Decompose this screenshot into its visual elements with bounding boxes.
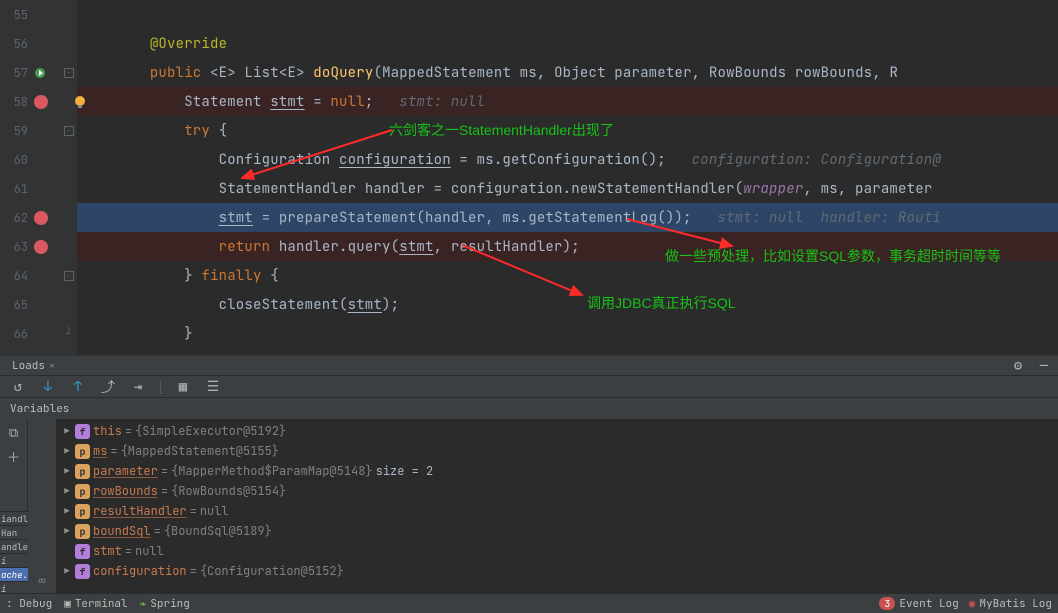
run-to-cursor-icon[interactable]: ⇥: [130, 379, 146, 395]
variable-row[interactable]: ▶presultHandler = null: [56, 501, 1058, 521]
variable-row[interactable]: fstmt = null: [56, 541, 1058, 561]
thread-tabs: iandl Han andle i (or ache. i (on: [0, 511, 28, 595]
layout-icon[interactable]: ☰: [205, 379, 221, 395]
evaluate-icon[interactable]: ▦: [175, 379, 191, 395]
step-over-icon[interactable]: ⤴: [100, 379, 116, 395]
status-bar: : Debug ▣Terminal ❧Spring 3Event Log ◉My…: [0, 593, 1058, 613]
field-badge-icon: f: [75, 544, 90, 559]
status-spring[interactable]: ❧Spring: [140, 597, 190, 611]
variable-row[interactable]: ▶pparameter = {MapperMethod$ParamMap@514…: [56, 461, 1058, 481]
spring-icon: ❧: [140, 597, 147, 611]
tab-loads[interactable]: Loads×: [6, 356, 61, 375]
annotation-2: 做一些预处理，比如设置SQL参数，事务超时时间等等: [665, 246, 1001, 266]
status-mybatis[interactable]: ◉MyBatis Log: [969, 597, 1052, 611]
line-number: 55: [4, 7, 28, 23]
variable-row[interactable]: ▶fthis = {SimpleExecutor@5192}: [56, 421, 1058, 441]
breakpoint-icon[interactable]: [34, 95, 48, 109]
thread-tab[interactable]: iandl: [0, 511, 28, 525]
breakpoint-icon[interactable]: [34, 211, 48, 225]
thread-tab[interactable]: i (or: [0, 553, 28, 567]
param-badge-icon: p: [75, 464, 90, 479]
variable-row[interactable]: ▶pms = {MappedStatement@5155}: [56, 441, 1058, 461]
variable-value: {SimpleExecutor@5192}: [135, 423, 286, 439]
annotation: @Override: [150, 35, 227, 53]
variable-name: resultHandler: [93, 503, 187, 519]
annotation-3: 调用JDBC真正执行SQL: [587, 293, 736, 313]
variables-header: Variables: [0, 397, 1058, 419]
variable-row[interactable]: ▶pboundSql = {BoundSql@5189}: [56, 521, 1058, 541]
code-editor[interactable]: 55 56 57 − 58 59− 60 61 62 63 64− 65 66┘…: [0, 0, 1058, 355]
mybatis-icon: ◉: [969, 597, 976, 611]
expand-icon[interactable]: ▶: [62, 465, 72, 477]
variable-name: parameter: [93, 463, 158, 479]
inline-hint: stmt: null handler: Routi: [717, 209, 941, 227]
infinity-icon[interactable]: ∞: [38, 572, 46, 589]
step-into-icon[interactable]: ↓: [40, 379, 56, 395]
field-badge-icon: f: [75, 424, 90, 439]
variable-value: {RowBounds@5154}: [171, 483, 286, 499]
variable-name: stmt: [93, 543, 122, 559]
variable-value: {MapperMethod$ParamMap@5148}: [171, 463, 373, 479]
expand-icon[interactable]: ▶: [62, 565, 72, 577]
status-event-log[interactable]: 3Event Log: [879, 597, 958, 611]
thread-tab[interactable]: andle: [0, 539, 28, 553]
annotation-1: 六剑客之一StatementHandler出现了: [389, 120, 614, 140]
field-badge-icon: f: [75, 564, 90, 579]
variable-value: {BoundSql@5189}: [164, 523, 272, 539]
variable-name: rowBounds: [93, 483, 158, 499]
variable-name: boundSql: [93, 523, 151, 539]
step-out-icon[interactable]: ↑: [70, 379, 86, 395]
debug-panel: ⧉ ＋ iandl Han andle i (or ache. i (on ∞ …: [0, 419, 1058, 595]
variable-value: {MappedStatement@5155}: [121, 443, 279, 459]
terminal-icon: ▣: [64, 597, 71, 611]
expand-icon[interactable]: ▶: [62, 425, 72, 437]
expand-icon[interactable]: ▶: [62, 525, 72, 537]
param-badge-icon: p: [75, 484, 90, 499]
param-badge-icon: p: [75, 504, 90, 519]
inline-hint: configuration: Configuration@: [692, 151, 941, 169]
variable-value: null: [135, 543, 164, 559]
variables-tree[interactable]: ▶fthis = {SimpleExecutor@5192}▶pms = {Ma…: [56, 419, 1058, 595]
intention-bulb-icon[interactable]: [71, 93, 89, 111]
code-area[interactable]: @Override public <E> List<E> doQuery(Map…: [77, 0, 1058, 355]
inline-hint: stmt: null: [399, 93, 485, 111]
variable-name: configuration: [93, 563, 187, 579]
run-marker-icon: [32, 65, 48, 81]
fold-toggle[interactable]: −: [64, 68, 74, 78]
fold-toggle[interactable]: −: [64, 126, 74, 136]
rerun-icon[interactable]: ↺: [10, 379, 26, 395]
debug-sidetool: ⧉ ＋ iandl Han andle i (or ache. i (on: [0, 419, 28, 595]
close-icon[interactable]: ×: [49, 359, 55, 372]
tool-window-tabbar: Loads× ⚙ —: [0, 355, 1058, 375]
new-watch-icon[interactable]: ⧉: [3, 421, 25, 443]
notification-count: 3: [879, 597, 895, 610]
thread-tab[interactable]: ache.: [0, 567, 28, 581]
variable-value: {Configuration@5152}: [200, 563, 344, 579]
status-terminal[interactable]: ▣Terminal: [64, 597, 127, 611]
breakpoint-icon[interactable]: [34, 240, 48, 254]
status-debug[interactable]: : Debug: [6, 597, 52, 611]
thread-tab[interactable]: Han: [0, 525, 28, 539]
expand-icon[interactable]: ▶: [62, 505, 72, 517]
variable-row[interactable]: ▶prowBounds = {RowBounds@5154}: [56, 481, 1058, 501]
minimize-icon[interactable]: —: [1036, 358, 1052, 374]
param-badge-icon: p: [75, 444, 90, 459]
expand-icon[interactable]: ▶: [62, 445, 72, 457]
add-icon[interactable]: ＋: [3, 445, 25, 467]
variable-row[interactable]: ▶fconfiguration = {Configuration@5152}: [56, 561, 1058, 581]
fold-toggle[interactable]: −: [64, 271, 74, 281]
variable-name: this: [93, 423, 122, 439]
gear-icon[interactable]: ⚙: [1010, 358, 1026, 374]
variable-value: null: [200, 503, 229, 519]
variable-name: ms: [93, 443, 107, 459]
debug-toolbar: ↺ ↓ ↑ ⤴ ⇥ ▦ ☰: [0, 375, 1058, 397]
expand-icon[interactable]: ▶: [62, 485, 72, 497]
param-badge-icon: p: [75, 524, 90, 539]
gutter: 55 56 57 − 58 59− 60 61 62 63 64− 65 66┘: [0, 0, 77, 355]
